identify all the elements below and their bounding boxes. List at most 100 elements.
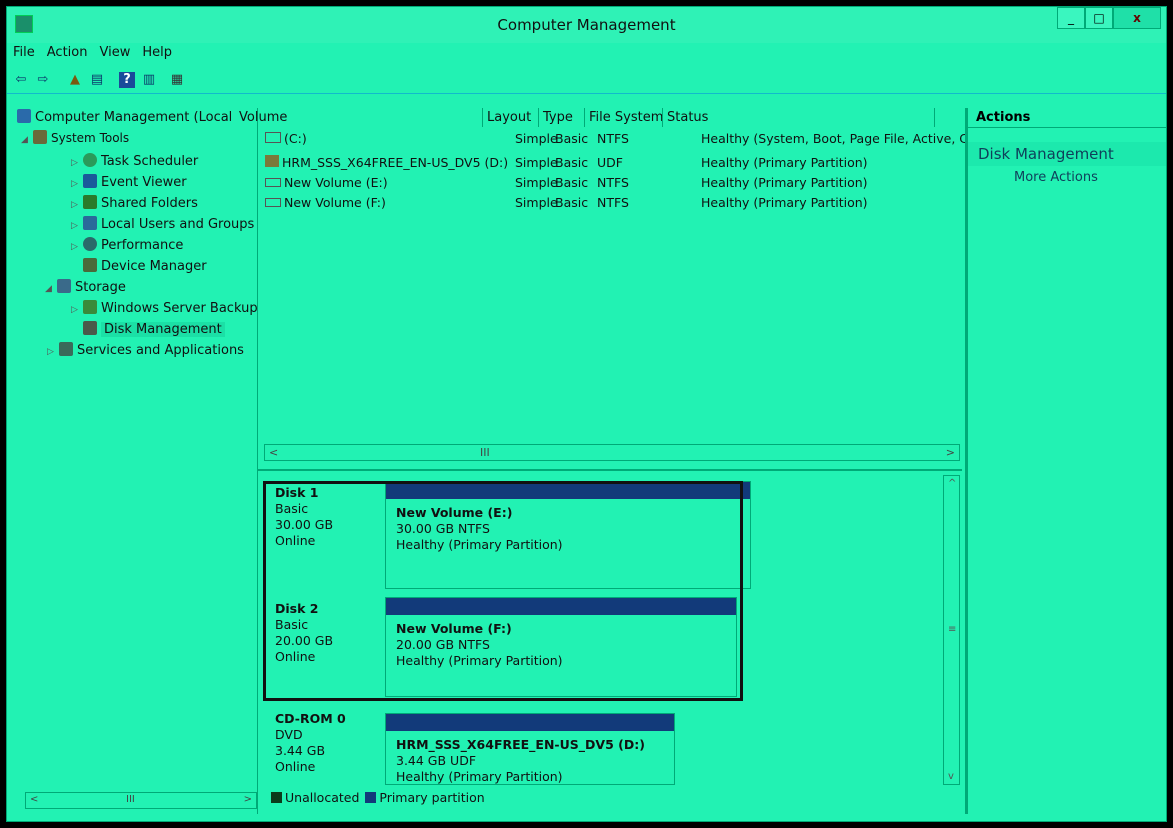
column-header-type[interactable]: Type: [539, 108, 585, 127]
performance-icon: [83, 237, 97, 251]
unallocated-swatch: [271, 792, 282, 803]
menu-help[interactable]: Help: [136, 43, 178, 62]
legend-unallocated: Unallocated: [285, 790, 360, 805]
cdrom-label[interactable]: CD-ROM 0 DVD 3.44 GB Online: [275, 711, 346, 775]
tree-item-local-users[interactable]: ▷ Local Users and Groups: [71, 215, 254, 235]
volume-fs: UDF: [597, 155, 623, 170]
volume-row[interactable]: (C:): [265, 129, 307, 149]
expand-arrow-icon[interactable]: ▷: [71, 237, 83, 257]
tree-storage[interactable]: ◢ Storage: [45, 278, 126, 298]
device-manager-icon: [83, 258, 97, 272]
scroll-thumb[interactable]: III: [126, 794, 135, 805]
scroll-thumb[interactable]: III: [480, 446, 490, 459]
help-icon[interactable]: ?: [119, 72, 135, 88]
scroll-down-icon[interactable]: v: [948, 771, 954, 782]
column-header-file-system[interactable]: File System: [585, 108, 663, 127]
tree-item-disk-management[interactable]: Disk Management: [83, 320, 225, 340]
up-folder-icon[interactable]: ▲: [67, 72, 83, 88]
back-arrow-icon[interactable]: ⇦: [13, 72, 29, 88]
partition-status: Healthy (Primary Partition): [396, 769, 563, 784]
more-actions-link[interactable]: More Actions: [968, 170, 1166, 185]
volume-layout: Simple: [515, 131, 558, 146]
tree-horizontal-scrollbar[interactable]: < III >: [25, 792, 257, 809]
volume-fs: NTFS: [597, 131, 629, 146]
highlight-box: [263, 481, 743, 701]
tree-item-windows-server-backup[interactable]: ▷ Windows Server Backup: [71, 299, 258, 319]
column-header-status[interactable]: Status: [663, 108, 935, 127]
minimize-button[interactable]: _: [1057, 7, 1085, 29]
tree-root[interactable]: Computer Management (Local: [17, 108, 232, 128]
scroll-left-icon[interactable]: <: [269, 446, 278, 459]
legend-primary: Primary partition: [379, 790, 485, 805]
disk-size: 3.44 GB: [275, 743, 326, 758]
maximize-button[interactable]: □: [1085, 7, 1113, 29]
partition-d[interactable]: HRM_SSS_X64FREE_EN-US_DV5 (D:) 3.44 GB U…: [385, 713, 675, 785]
column-header-volume[interactable]: Volume: [235, 108, 483, 127]
menu-file[interactable]: File: [7, 43, 41, 62]
volume-status: Healthy (Primary Partition): [701, 155, 868, 170]
volume-fs: NTFS: [597, 195, 629, 210]
tree-item-performance[interactable]: ▷ Performance: [71, 236, 183, 256]
scroll-up-icon[interactable]: ^: [948, 478, 956, 489]
scroll-right-icon[interactable]: >: [946, 446, 955, 459]
expand-arrow-icon[interactable]: ▷: [71, 153, 83, 173]
close-button[interactable]: x: [1113, 7, 1161, 29]
volume-layout: Simple: [515, 195, 558, 210]
show-hide-tree-icon[interactable]: ▤: [89, 72, 105, 88]
disk-vertical-scrollbar[interactable]: ^ ≡ v: [943, 475, 960, 785]
collapse-arrow-icon[interactable]: ◢: [45, 279, 57, 299]
collapse-arrow-icon[interactable]: ◢: [21, 130, 33, 150]
expand-arrow-icon[interactable]: ▷: [71, 216, 83, 236]
menu-view[interactable]: View: [93, 43, 136, 62]
tree-system-tools[interactable]: ◢ System Tools: [21, 128, 129, 148]
backup-icon: [83, 300, 97, 314]
menu-action[interactable]: Action: [41, 43, 94, 62]
toolbar: ⇦ ⇨ ▲ ▤ ? ▥ ▦: [7, 65, 1166, 94]
disk-name: CD-ROM 0: [275, 711, 346, 726]
console-tree: Computer Management (Local ◢ System Tools…: [7, 108, 258, 814]
expand-arrow-icon[interactable]: ▷: [71, 195, 83, 215]
clock-icon: [83, 153, 97, 167]
primary-partition-swatch: [365, 792, 377, 803]
column-header-layout[interactable]: Layout: [483, 108, 539, 127]
volume-horizontal-scrollbar[interactable]: < III >: [264, 444, 960, 461]
actions-header: Actions: [968, 108, 1166, 128]
console-icon[interactable]: ▦: [169, 72, 185, 88]
scroll-right-icon[interactable]: >: [244, 794, 252, 805]
scroll-thumb-grip-icon[interactable]: ≡: [948, 624, 956, 635]
scroll-left-icon[interactable]: <: [30, 794, 38, 805]
title-bar[interactable]: Computer Management _ □ x: [7, 7, 1166, 43]
volume-status: Healthy (System, Boot, Page File, Active…: [701, 131, 969, 146]
tree-item-shared-folders[interactable]: ▷ Shared Folders: [71, 194, 198, 214]
expand-arrow-icon[interactable]: ▷: [47, 342, 59, 362]
tree-item-event-viewer[interactable]: ▷ Event Viewer: [71, 173, 187, 193]
computer-icon: [17, 109, 31, 123]
volume-layout: Simple: [515, 155, 558, 170]
tree-item-task-scheduler[interactable]: ▷ Task Scheduler: [71, 152, 198, 172]
forward-arrow-icon[interactable]: ⇨: [35, 72, 51, 88]
actions-pane: Actions Disk Management More Actions: [965, 108, 1166, 814]
primary-partition-bar: [386, 714, 674, 731]
tree-services-and-applications[interactable]: ▷ Services and Applications: [47, 341, 244, 361]
tree-item-device-manager[interactable]: Device Manager: [83, 257, 207, 277]
partition-name: HRM_SSS_X64FREE_EN-US_DV5 (D:): [396, 737, 645, 752]
actions-section-disk-management[interactable]: Disk Management: [968, 142, 1166, 166]
volume-layout: Simple: [515, 175, 558, 190]
volume-row[interactable]: New Volume (E:): [265, 173, 388, 193]
disk-type: DVD: [275, 727, 303, 742]
partition-size: 3.44 GB UDF: [396, 753, 477, 768]
properties-icon[interactable]: ▥: [141, 72, 157, 88]
users-icon: [83, 216, 97, 230]
drive-icon: [265, 132, 281, 143]
volume-row[interactable]: New Volume (F:): [265, 193, 386, 213]
volume-type: Basic: [555, 195, 589, 210]
drive-icon: [265, 178, 281, 187]
window-title: Computer Management: [497, 16, 676, 34]
disk-state: Online: [275, 759, 316, 774]
volume-row[interactable]: HRM_SSS_X64FREE_EN-US_DV5 (D:): [265, 153, 508, 173]
tools-icon: [33, 130, 47, 144]
legend: Unallocated Primary partition: [269, 790, 485, 805]
expand-arrow-icon[interactable]: ▷: [71, 174, 83, 194]
menu-bar: File Action View Help: [7, 43, 1166, 65]
expand-arrow-icon[interactable]: ▷: [71, 300, 83, 320]
